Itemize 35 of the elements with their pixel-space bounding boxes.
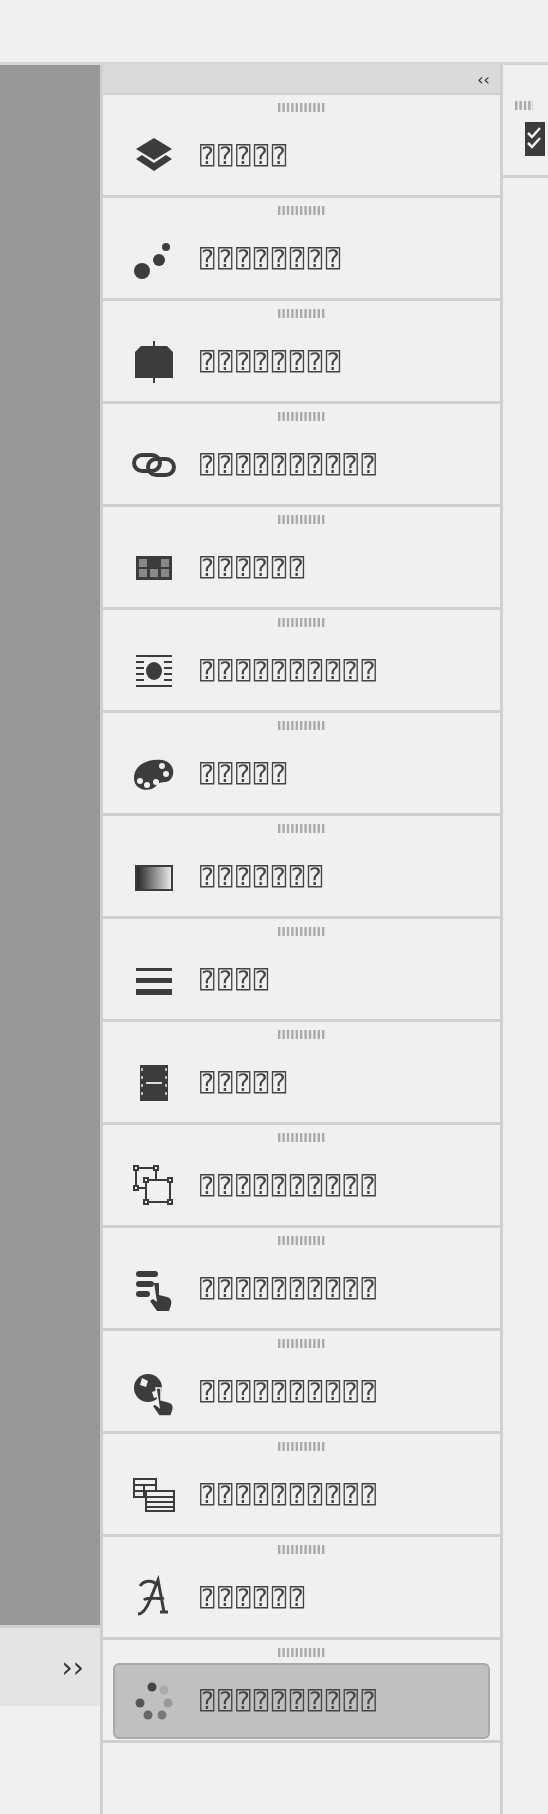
panel-item[interactable]: ⍰⍰⍰⍰⍰: [113, 1045, 490, 1121]
panel-item[interactable]: ⍰⍰⍰⍰⍰⍰⍰⍰: [113, 324, 490, 400]
grip-icon[interactable]: [277, 1648, 326, 1657]
panel-item[interactable]: ⍰⍰⍰⍰⍰⍰: [113, 1560, 490, 1636]
grip-icon[interactable]: [277, 206, 326, 215]
panel-item[interactable]: ⍰⍰⍰⍰⍰⍰⍰⍰⍰⍰: [113, 1148, 490, 1224]
panel-item[interactable]: ⍰⍰⍰⍰⍰⍰⍰⍰⍰⍰: [113, 1354, 490, 1430]
panel-item[interactable]: ⍰⍰⍰⍰⍰⍰⍰⍰⍰⍰: [113, 1663, 490, 1739]
panel-item[interactable]: ⍰⍰⍰⍰: [113, 942, 490, 1018]
panel-item[interactable]: ⍰⍰⍰⍰⍰⍰⍰⍰⍰⍰: [113, 427, 490, 503]
panel-item[interactable]: ⍰⍰⍰⍰⍰⍰⍰⍰⍰⍰: [113, 633, 490, 709]
grip-icon[interactable]: [277, 412, 326, 421]
panel-item[interactable]: ⍰⍰⍰⍰⍰⍰⍰⍰⍰⍰: [113, 1251, 490, 1327]
panel-item[interactable]: ⍰⍰⍰⍰⍰: [113, 736, 490, 812]
grip-icon[interactable]: [277, 1236, 326, 1245]
grip-icon[interactable]: [277, 1442, 326, 1451]
panel-item[interactable]: ⍰⍰⍰⍰⍰⍰⍰⍰: [113, 221, 490, 297]
expand-button[interactable]: ››: [57, 1650, 88, 1684]
checklist-icon[interactable]: [525, 122, 545, 156]
collapse-button[interactable]: ‹‹: [473, 69, 494, 89]
grip-icon[interactable]: [277, 618, 326, 627]
grip-icon[interactable]: [277, 927, 326, 936]
panel-item[interactable]: ⍰⍰⍰⍰⍰⍰⍰: [113, 839, 490, 915]
grip-icon[interactable]: [277, 1339, 326, 1348]
grip-icon[interactable]: [277, 824, 326, 833]
grip-icon[interactable]: [277, 1133, 326, 1142]
grip-icon[interactable]: [277, 1030, 326, 1039]
grip-icon[interactable]: [277, 515, 326, 524]
grip-icon[interactable]: [277, 721, 326, 730]
panel-item[interactable]: ⍰⍰⍰⍰⍰⍰: [113, 530, 490, 606]
grip-icon[interactable]: [277, 1545, 326, 1554]
panel-item[interactable]: ⍰⍰⍰⍰⍰: [113, 118, 490, 194]
grip-icon[interactable]: [277, 103, 326, 112]
grip-icon[interactable]: [277, 309, 326, 318]
panel-item[interactable]: ⍰⍰⍰⍰⍰⍰⍰⍰⍰⍰: [113, 1457, 490, 1533]
